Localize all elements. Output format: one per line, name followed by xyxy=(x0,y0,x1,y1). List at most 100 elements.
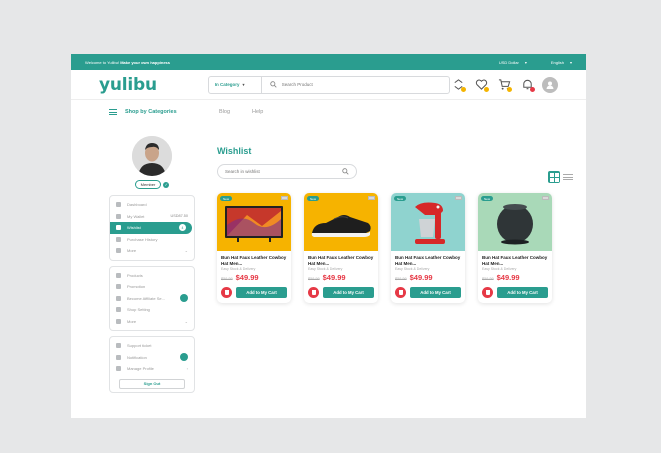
sidebar-item-promotion[interactable]: Promotion xyxy=(110,281,194,293)
product-card[interactable]: New Bun Hat Faux Leather Cowboy Hat Men.… xyxy=(217,193,291,303)
new-badge: New xyxy=(307,196,320,201)
home-icon xyxy=(116,202,121,208)
delete-icon[interactable] xyxy=(482,287,493,298)
wallet-balance: USD87.50 xyxy=(170,214,188,219)
logo[interactable]: yulibu xyxy=(99,75,208,95)
product-title[interactable]: Bun Hat Faux Leather Cowboy Hat Men... xyxy=(217,251,291,267)
sidebar-item-more[interactable]: More ⌄ xyxy=(110,245,194,257)
old-price: $59.99 xyxy=(221,277,233,281)
page-title: Wishlist xyxy=(217,146,252,156)
compare-icon[interactable] xyxy=(450,77,466,93)
add-to-cart-button[interactable]: Add to My Cart xyxy=(410,287,461,298)
chevron-down-icon: ▾ xyxy=(569,59,572,65)
badge-dot xyxy=(530,86,535,92)
price: $49.99 xyxy=(322,273,346,282)
wallet-icon xyxy=(116,213,121,219)
flag-icon xyxy=(455,196,462,200)
flag-icon xyxy=(281,196,288,200)
user-avatar[interactable] xyxy=(542,76,558,93)
product-image[interactable]: New xyxy=(217,193,291,251)
sidebar-item-dashboard[interactable]: Dashboard xyxy=(110,199,194,211)
chevron-down-icon: ▾ xyxy=(524,59,527,65)
bell-icon xyxy=(116,354,121,360)
verified-icon: ✓ xyxy=(163,181,170,188)
search-input[interactable] xyxy=(281,82,432,87)
box-icon xyxy=(116,272,121,278)
view-toggle xyxy=(548,171,573,183)
price: $49.99 xyxy=(496,273,520,282)
category-select[interactable]: In Category ▾ xyxy=(209,76,262,93)
sidebar-item-shop-setting[interactable]: Shop Setting xyxy=(110,304,194,316)
shop-by-categories[interactable]: Shop by Categories xyxy=(109,108,219,117)
sign-out-button[interactable]: Sign Out xyxy=(119,378,185,389)
cart-icon[interactable] xyxy=(496,77,512,93)
affiliate-toggle[interactable] xyxy=(180,294,188,303)
product-grid: New Bun Hat Faux Leather Cowboy Hat Men.… xyxy=(217,193,573,303)
menu-group-seller: Products Promotion Become Affiliate Se..… xyxy=(109,265,195,331)
bell-icon[interactable] xyxy=(519,77,535,93)
dots-icon xyxy=(116,318,121,324)
sidebar-item-notification[interactable]: Notification xyxy=(110,352,194,364)
shoe-image xyxy=(311,215,371,237)
menu-group-account: Dashboard My Wallet USD87.50 Wishlist 4 Pu… xyxy=(109,195,195,261)
new-badge: New xyxy=(220,196,233,201)
nav-link-help[interactable]: Help xyxy=(252,109,263,115)
old-price: $59.99 xyxy=(395,277,407,281)
heart-icon[interactable] xyxy=(473,77,489,93)
wishlist-search xyxy=(217,164,357,179)
sidebar-item-wishlist[interactable]: Wishlist 4 xyxy=(110,222,192,234)
header-icons xyxy=(450,76,558,93)
currency-select[interactable]: USD Dollar ▾ xyxy=(499,60,527,65)
sidebar-item-purchase-history[interactable]: Purchase History xyxy=(110,234,194,246)
new-badge: New xyxy=(481,196,494,201)
sidebar-item-affiliate[interactable]: Become Affiliate Se... xyxy=(110,293,194,305)
profile-card: Member ✓ xyxy=(109,136,195,189)
sidebar-item-more[interactable]: More ⌄ xyxy=(110,316,194,328)
product-title[interactable]: Bun Hat Faux Leather Cowboy Hat Men... xyxy=(391,251,465,267)
ticket-icon xyxy=(116,343,121,349)
old-price: $59.99 xyxy=(308,277,320,281)
sub-navigation: Shop by Categories Blog Help xyxy=(71,100,586,124)
grid-view-icon[interactable] xyxy=(548,171,560,183)
welcome-text: Welcome to Yulibu! Make your own happine… xyxy=(85,59,171,65)
search-icon[interactable] xyxy=(342,168,349,175)
list-view-icon[interactable] xyxy=(563,174,573,180)
product-title[interactable]: Bun Hat Faux Leather Cowboy Hat Men... xyxy=(304,251,378,267)
badge-dot xyxy=(507,86,512,92)
sidebar-item-support-ticket[interactable]: Support ticket xyxy=(110,340,194,352)
sidebar: Member ✓ Dashboard My Wallet USD87.50 Wis… xyxy=(109,136,195,398)
product-image[interactable]: New xyxy=(478,193,552,251)
price: $49.99 xyxy=(235,273,259,282)
sidebar-item-manage-profile[interactable]: Manage Profile › xyxy=(110,363,194,375)
app-window: Welcome to Yulibu! Make your own happine… xyxy=(71,54,586,418)
profile-avatar[interactable] xyxy=(132,136,172,176)
delete-icon[interactable] xyxy=(221,287,232,298)
dots-icon xyxy=(116,248,121,254)
wishlist-count: 4 xyxy=(179,224,186,232)
chevron-down-icon: ⌄ xyxy=(184,318,188,324)
delete-icon[interactable] xyxy=(395,287,406,298)
add-to-cart-button[interactable]: Add to My Cart xyxy=(236,287,287,298)
language-select[interactable]: English ▾ xyxy=(551,60,572,65)
link-icon xyxy=(116,295,121,301)
search-field xyxy=(262,81,449,88)
product-card[interactable]: New Bun Hat Faux Leather Cowboy Hat Men.… xyxy=(478,193,552,303)
chevron-down-icon: ▾ xyxy=(242,82,245,87)
delete-icon[interactable] xyxy=(308,287,319,298)
chevron-right-icon: › xyxy=(186,366,188,372)
sidebar-item-wallet[interactable]: My Wallet USD87.50 xyxy=(110,211,194,223)
add-to-cart-button[interactable]: Add to My Cart xyxy=(497,287,548,298)
product-title[interactable]: Bun Hat Faux Leather Cowboy Hat Men... xyxy=(478,251,552,267)
product-card[interactable]: New Bun Hat Faux Leather Cowboy Hat Men.… xyxy=(391,193,465,303)
sidebar-item-products[interactable]: Products xyxy=(110,270,194,282)
add-to-cart-button[interactable]: Add to My Cart xyxy=(323,287,374,298)
badge-dot xyxy=(484,86,489,92)
heart-icon xyxy=(116,225,121,231)
notification-toggle[interactable] xyxy=(180,353,188,362)
product-image[interactable]: New xyxy=(391,193,465,251)
product-card[interactable]: New Bun Hat Faux Leather Cowboy Hat Men.… xyxy=(304,193,378,303)
nav-link-blog[interactable]: Blog xyxy=(219,109,230,115)
product-image[interactable]: New xyxy=(304,193,378,251)
header: yulibu In Category ▾ xyxy=(71,70,586,100)
wishlist-search-input[interactable] xyxy=(225,169,325,174)
